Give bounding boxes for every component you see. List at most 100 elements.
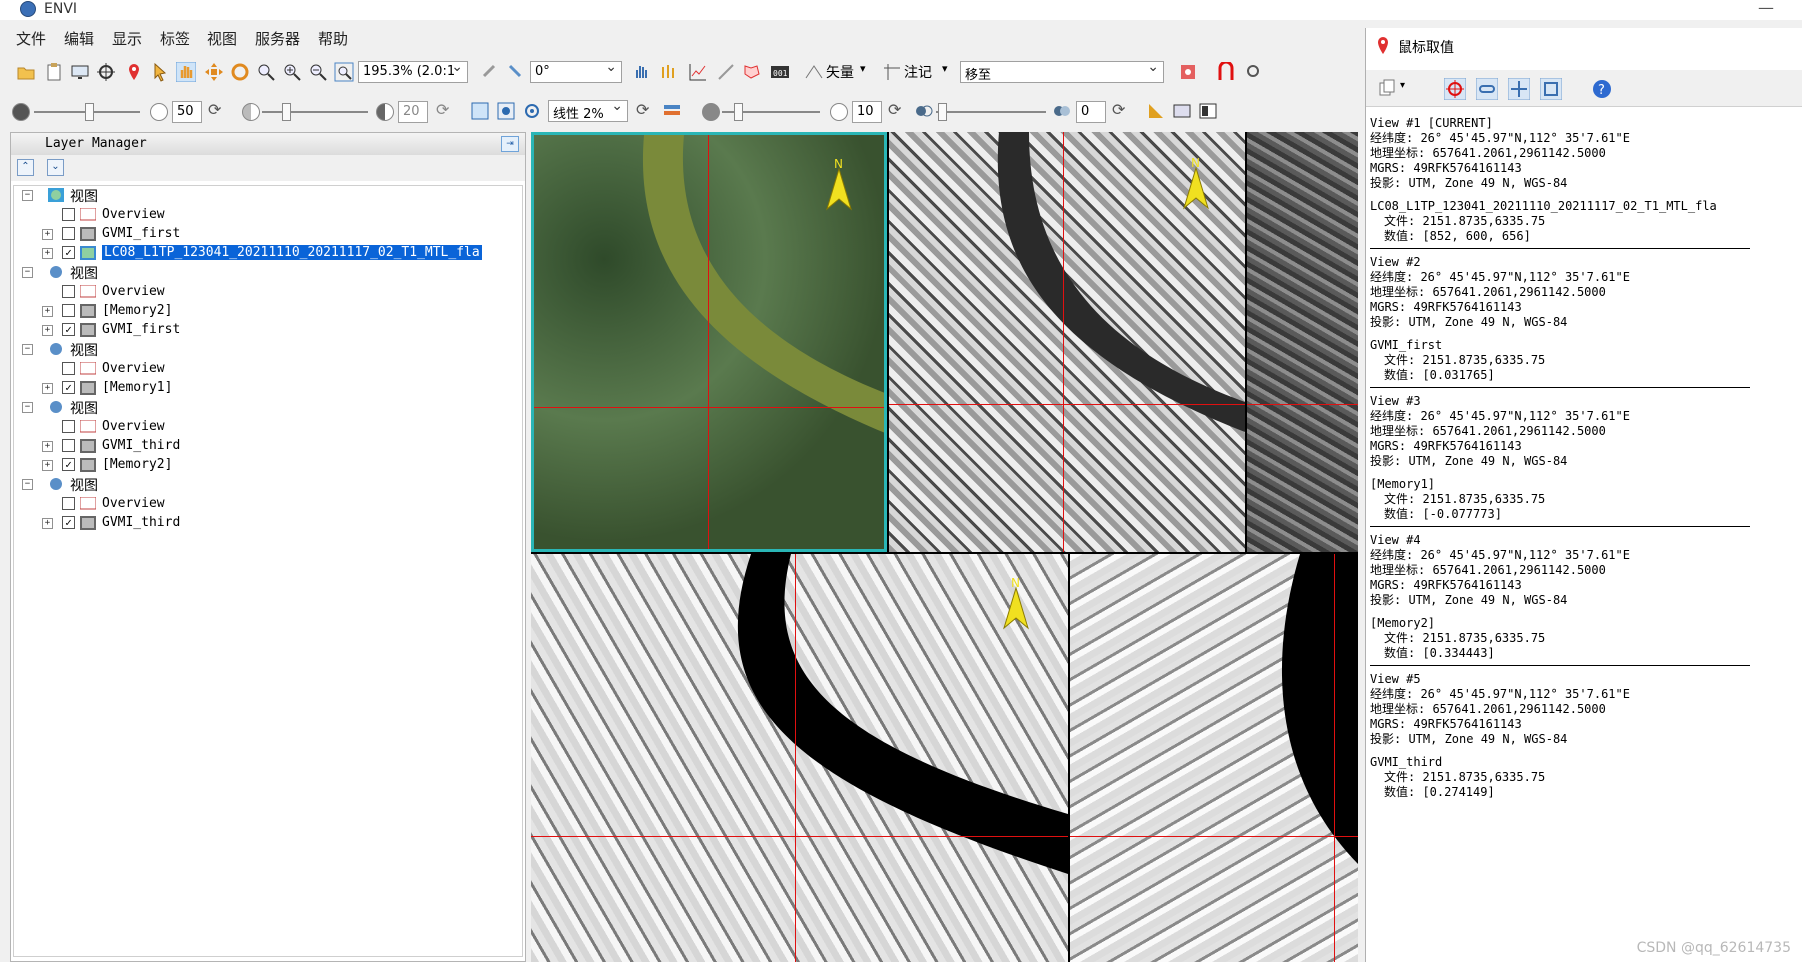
view-1-true-color-image[interactable]: N [531,132,887,552]
expand-icon[interactable]: + [42,518,53,529]
menu-file[interactable]: 文件 [16,28,46,49]
stretch-reset-icon[interactable]: ⟳ [636,100,649,119]
collapse-icon[interactable]: − [22,267,33,278]
transparency-slider-track[interactable] [936,111,1046,113]
help-icon[interactable]: ? [1592,79,1612,99]
view-5-gvmi-third-image[interactable] [1070,554,1358,962]
dock-pin-icon[interactable]: ⇥ [501,136,519,152]
layer-visibility-checkbox[interactable] [62,208,75,221]
contrast-input[interactable]: 20 [398,101,428,123]
location-pin-icon[interactable] [124,62,144,82]
move-arrows-icon[interactable] [204,62,224,82]
layer-visibility-checkbox[interactable] [62,304,75,317]
expand-icon[interactable]: + [42,441,53,452]
layer-visibility-checkbox[interactable]: ✓ [62,516,75,529]
zoom-out-icon[interactable] [308,62,328,82]
copy-chevron-down-icon[interactable]: ▾ [1400,80,1405,91]
stretch-settings-icon[interactable] [522,101,542,121]
sharpen-input[interactable]: 10 [852,101,882,123]
menu-help[interactable]: 帮助 [318,28,348,49]
crosshair-icon[interactable] [1444,78,1466,100]
stretch-type-icon[interactable] [470,101,490,121]
clipboard-icon[interactable] [44,62,64,82]
sharpen-reset-icon[interactable]: ⟳ [888,100,901,119]
layer-visibility-checkbox[interactable] [62,497,75,510]
collapse-icon[interactable]: − [22,479,33,490]
rotate-right-icon[interactable] [506,62,526,82]
stretch-icon[interactable] [716,62,736,82]
view-3-memory1-image[interactable] [1247,132,1358,552]
select-arrow-icon[interactable] [150,62,170,82]
collapse-icon[interactable]: − [22,190,33,201]
layout-icon[interactable] [1198,101,1218,121]
brightness-input[interactable]: 50 [172,101,202,123]
collapse-all-icon[interactable]: ⌃ [17,159,34,176]
layer-visibility-checkbox[interactable]: ✓ [62,458,75,471]
view-2-gvmi-image[interactable]: N [889,132,1245,552]
contrast-slider-track[interactable] [262,111,368,113]
contrast-reset-icon[interactable]: ⟳ [436,100,449,119]
contrast-slider-knob[interactable] [282,103,291,121]
collapse-icon[interactable]: − [22,344,33,355]
expand-icon[interactable]: + [42,248,53,259]
vector-icon[interactable] [804,62,824,82]
link-icon[interactable] [1476,78,1498,100]
spectral-profile-icon[interactable] [660,62,680,82]
hand-tool-icon[interactable] [632,62,652,82]
annotation-icon[interactable] [882,62,902,82]
zoom-full-icon[interactable] [334,62,354,82]
color-table-icon[interactable] [662,101,682,121]
menu-display[interactable]: 显示 [112,28,142,49]
rotation-select[interactable]: 0° [530,61,622,83]
expand-icon[interactable]: + [42,383,53,394]
hand-pan-icon[interactable] [176,62,196,82]
grid-icon[interactable] [1508,78,1530,100]
expand-icon[interactable]: + [42,229,53,240]
menu-view[interactable]: 视图 [207,28,237,49]
expand-all-icon[interactable]: ⌄ [47,159,64,176]
menu-labels[interactable]: 标签 [160,28,190,49]
mode-select[interactable]: 移至 [960,61,1164,83]
sharpen-slider-knob[interactable] [734,103,743,121]
transparency-slider-knob[interactable] [938,103,947,121]
gps-icon[interactable] [1178,62,1198,82]
stretch-select[interactable]: 线性 2% [548,100,628,122]
roi-icon[interactable] [742,62,762,82]
annotation-menu-label[interactable]: 注记 [904,62,932,82]
open-folder-icon[interactable] [16,62,36,82]
expand-icon[interactable]: + [42,460,53,471]
copy-icon[interactable] [1378,79,1396,97]
chip-from-display-icon[interactable] [1216,62,1236,82]
layer-visibility-checkbox[interactable]: ✓ [62,381,75,394]
layer-visibility-checkbox[interactable]: ✓ [62,246,75,259]
zoom-fixed-icon[interactable] [256,62,276,82]
minimize-button[interactable]: — [1758,0,1774,17]
transparency-reset-icon[interactable]: ⟳ [1112,100,1125,119]
transparency-input[interactable]: 0 [1076,101,1106,123]
rotate-icon[interactable] [230,62,250,82]
vector-menu-label[interactable]: 矢量 [826,62,854,82]
window-icon[interactable] [1540,78,1562,100]
zoom-in-icon[interactable] [282,62,302,82]
vector-chevron-down-icon[interactable]: ▾ [860,62,866,75]
histogram-icon[interactable] [496,101,516,121]
annotation-chevron-down-icon[interactable]: ▾ [942,62,948,75]
display-icon[interactable] [70,62,90,82]
expand-icon[interactable]: + [42,306,53,317]
menu-server[interactable]: 服务器 [255,28,300,49]
pan-cross-icon[interactable] [96,62,116,82]
brightness-slider-knob[interactable] [85,103,94,121]
layer-visibility-checkbox[interactable] [62,285,75,298]
counter-icon[interactable]: 001 [770,62,790,82]
image-display-area[interactable]: N N N [531,132,1358,962]
layer-visibility-checkbox[interactable] [62,420,75,433]
layer-visibility-checkbox[interactable] [62,227,75,240]
plot-icon[interactable] [688,62,708,82]
collapse-icon[interactable]: − [22,402,33,413]
image-icon[interactable] [1172,101,1192,121]
menu-edit[interactable]: 编辑 [64,28,94,49]
expand-icon[interactable]: + [42,325,53,336]
rotate-left-icon[interactable] [480,62,500,82]
zoom-level-select[interactable]: 195.3% (2.0:1 [358,61,468,83]
view-4-memory2-image[interactable]: N [531,554,1068,962]
